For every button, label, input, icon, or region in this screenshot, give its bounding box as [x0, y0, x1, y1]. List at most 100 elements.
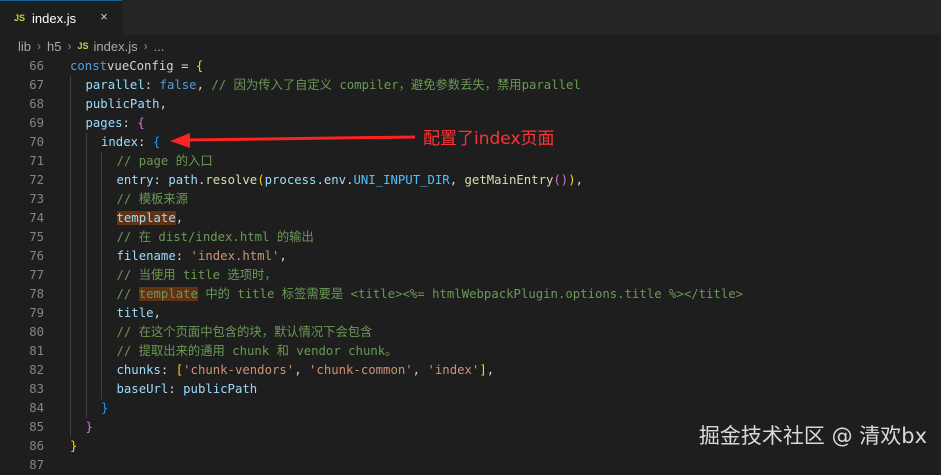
code-token: :: [138, 135, 153, 149]
code-line[interactable]: 80 // 在这个页面中包含的块，默认情况下会包含: [0, 323, 941, 342]
code-line[interactable]: 74 template,: [0, 209, 941, 228]
code-token: path: [168, 173, 198, 187]
code-text: // 提取出来的通用 chunk 和 vendor chunk。: [117, 342, 398, 361]
code-text: // 在这个页面中包含的块，默认情况下会包含: [117, 323, 373, 342]
code-token: 'index': [427, 363, 480, 377]
code-token: pages: [85, 116, 123, 130]
code-line[interactable]: 73 // 模板来源: [0, 190, 941, 209]
code-line[interactable]: 77 // 当使用 title 选项时，: [0, 266, 941, 285]
code-token: // page 的入口: [116, 154, 213, 168]
code-line[interactable]: 82 chunks: ['chunk-vendors', 'chunk-commo…: [0, 361, 941, 380]
indent-guide: [70, 114, 71, 133]
code-token: UNI_INPUT_DIR: [353, 173, 450, 187]
code-line[interactable]: 78 // template 中的 title 标签需要是 <title><%= …: [0, 285, 941, 304]
code-token: template: [116, 211, 176, 225]
breadcrumb-item-h5[interactable]: h5: [47, 39, 61, 54]
code-token: // 在 dist/index.html 的输出: [116, 230, 314, 244]
code-line[interactable]: 87: [0, 456, 941, 475]
annotation-arrow: [170, 133, 416, 148]
code-line[interactable]: 66 constvueConfig = {: [0, 57, 941, 76]
breadcrumb-item-more[interactable]: ...: [154, 39, 165, 54]
code-text: // 在 dist/index.html 的输出: [117, 228, 314, 247]
code-token: const: [70, 59, 108, 73]
line-number: 82: [29, 363, 44, 377]
code-token: ,: [294, 363, 310, 377]
indent-guide: [101, 152, 102, 171]
code-line[interactable]: 75 // 在 dist/index.html 的输出: [0, 228, 941, 247]
code-token: chunks: [116, 363, 161, 377]
javascript-file-icon: JS: [14, 13, 26, 23]
line-number: 68: [29, 97, 44, 111]
indent-guide: [70, 361, 71, 380]
code-line[interactable]: 76 filename: 'index.html',: [0, 247, 941, 266]
indent-guide: [85, 209, 87, 228]
code-token: // 当使用 title 选项时，: [116, 268, 277, 282]
close-icon[interactable]: ×: [96, 9, 112, 25]
code-token: false: [159, 78, 197, 92]
code-token: entry: [116, 173, 154, 187]
code-line[interactable]: 81 // 提取出来的通用 chunk 和 vendor chunk。: [0, 342, 941, 361]
line-number: 72: [29, 173, 44, 187]
code-token: {: [152, 135, 161, 149]
tab-index-js[interactable]: JS index.js ×: [0, 0, 122, 35]
code-token: :: [168, 382, 184, 396]
code-text: filename: 'index.html',: [117, 247, 287, 266]
indent-guide: [70, 247, 71, 266]
code-editor[interactable]: 66 constvueConfig = {67 parallel: false, /…: [0, 57, 941, 472]
code-token: :: [122, 116, 138, 130]
line-number: 81: [29, 344, 44, 358]
code-text: // 当使用 title 选项时，: [117, 266, 277, 285]
code-line[interactable]: 72 entry: path.resolve(process.env.UNI_IN…: [0, 171, 941, 190]
code-token: ,: [412, 363, 428, 377]
indent-guide: [85, 152, 87, 171]
indent-guide: [101, 342, 102, 361]
code-token: 'chunk-vendors': [183, 363, 295, 377]
line-number: 73: [29, 192, 44, 206]
code-text: }: [70, 437, 77, 456]
line-number: 70: [29, 135, 44, 149]
javascript-file-icon: JS: [77, 41, 89, 51]
editor-tab-bar: JS index.js ×: [0, 0, 941, 35]
indent-guide: [85, 171, 87, 190]
code-text: chunks: ['chunk-vendors', 'chunk-common'…: [117, 361, 495, 380]
code-token: // 在这个页面中包含的块，默认情况下会包含: [116, 325, 373, 339]
indent-guide: [101, 285, 102, 304]
indent-guide: [70, 418, 71, 437]
indent-guide: [85, 380, 87, 399]
code-text: constvueConfig = {: [70, 57, 203, 76]
code-text: publicPath,: [86, 95, 167, 114]
code-token: filename: [116, 249, 176, 263]
line-number: 80: [29, 325, 44, 339]
chevron-right-icon: ›: [37, 39, 42, 53]
code-token: ): [568, 173, 576, 187]
code-line[interactable]: 83 baseUrl: publicPath: [0, 380, 941, 399]
indent-guide: [101, 209, 102, 228]
code-line[interactable]: 84}: [0, 399, 941, 418]
code-token: // 提取出来的通用 chunk 和 vendor chunk。: [116, 344, 398, 358]
code-line[interactable]: 79 title,: [0, 304, 941, 323]
breadcrumb-item-lib[interactable]: lib: [18, 39, 31, 54]
code-token: ]: [479, 363, 487, 377]
indent-guide: [70, 95, 71, 114]
line-number: 67: [29, 78, 44, 92]
code-line[interactable]: 67 parallel: false, // 因为传入了自定义 compiler，…: [0, 76, 941, 95]
code-token: // 因为传入了自定义 compiler，避免参数丢失，禁用parallel: [211, 78, 581, 92]
code-token: index: [101, 135, 139, 149]
indent-guide: [70, 133, 71, 152]
code-token: resolve: [205, 173, 258, 187]
indent-guide: [70, 380, 71, 399]
code-token: ,: [279, 249, 287, 263]
indent-guide: [85, 285, 87, 304]
code-line[interactable]: 68 publicPath,: [0, 95, 941, 114]
line-number: 78: [29, 287, 44, 301]
indent-guide: [85, 133, 87, 152]
code-line[interactable]: 71 // page 的入口: [0, 152, 941, 171]
indent-guide: [85, 361, 87, 380]
code-token: ,: [486, 363, 495, 377]
code-token: process: [264, 173, 317, 187]
code-text: title,: [117, 304, 161, 323]
code-token: 'chunk-common': [309, 363, 413, 377]
breadcrumb-item-file[interactable]: index.js: [94, 39, 138, 54]
code-text: }: [86, 418, 93, 437]
indent-guide: [101, 228, 102, 247]
